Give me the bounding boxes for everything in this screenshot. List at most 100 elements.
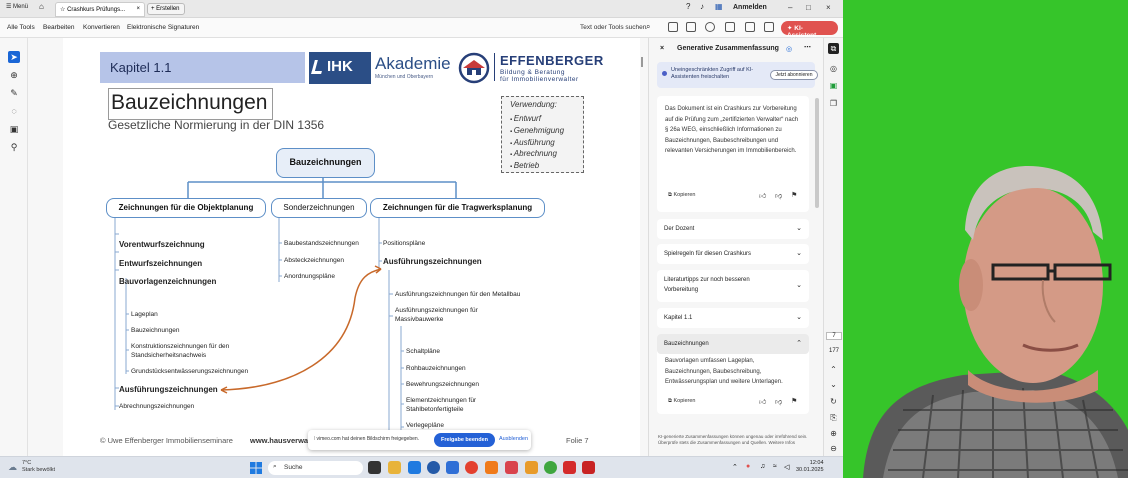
diagram-leaf: Konstruktionszeichnungen für den — [131, 343, 230, 350]
store-icon[interactable] — [446, 461, 459, 474]
section-bauzeichnungen-header[interactable]: Bauzeichnungen ⌃ — [657, 334, 809, 354]
screen-share-banner: ⦙ vimeo.com hat deinen Bildschirm freige… — [308, 430, 531, 450]
tool-search-field[interactable]: Text oder Tools suchen — [580, 24, 646, 31]
menu-all-tools[interactable]: Alle Tools — [7, 24, 35, 31]
text-select-icon[interactable]: ▣ — [8, 123, 20, 135]
print-icon[interactable] — [705, 22, 715, 32]
flag-icon[interactable]: ⚑ — [791, 191, 797, 199]
diagram-leaf: Ausführungszeichnungen — [119, 385, 218, 394]
tray-app-icon[interactable]: ● — [746, 463, 750, 470]
app-icon[interactable] — [485, 461, 498, 474]
chrome-icon[interactable] — [465, 461, 478, 474]
diagram-leaf: Entwurfszeichnungen — [119, 259, 203, 268]
taskbar-search-label: Suche — [284, 464, 303, 471]
section-label: Spielregeln für diesen Crashkurs — [664, 251, 752, 257]
stamp-tool-icon[interactable]: ⚲ — [8, 141, 20, 153]
refresh-icon[interactable]: ↻ — [828, 396, 839, 407]
thumbs-down-icon[interactable]: 👎︎ — [775, 191, 782, 200]
windows-start-icon[interactable] — [250, 462, 262, 474]
file-explorer-icon[interactable] — [388, 461, 401, 474]
edge-icon[interactable] — [427, 461, 440, 474]
close-tab-icon[interactable]: × — [136, 6, 140, 12]
export-icon[interactable]: ⎘ — [828, 412, 839, 423]
more-options-icon[interactable]: ⋯ — [804, 43, 811, 51]
menu-convert[interactable]: Konvertieren — [83, 24, 120, 31]
app-icon[interactable] — [505, 461, 518, 474]
search-doc-icon[interactable] — [725, 22, 735, 32]
section-dozent[interactable]: Der Dozent ⌄ — [657, 219, 809, 239]
home-icon[interactable]: ⌂ — [39, 2, 44, 11]
zoom-tool-icon[interactable]: ⊕ — [8, 69, 20, 81]
edit-pdf-icon[interactable]: ▣ — [828, 80, 839, 91]
summary-panel-icon[interactable]: ⧉ — [828, 43, 839, 54]
thumbs-up-icon[interactable]: 👍︎ — [759, 191, 766, 200]
diagram-branch-objektplanung: Zeichnungen für die Objektplanung — [106, 198, 266, 218]
section-literatur[interactable]: Literaturtipps zur noch besseren Vorbere… — [657, 270, 809, 302]
page-up-icon[interactable]: ⌃ — [828, 364, 839, 375]
section-kapitel[interactable]: Kapitel 1.1 ⌄ — [657, 308, 809, 328]
maximize-icon[interactable]: □ — [806, 3, 811, 12]
page-scroll-handle[interactable] — [641, 57, 643, 67]
menu-signatures[interactable]: Elektronische Signaturen — [127, 24, 199, 31]
select-tool-icon[interactable]: ➤ — [8, 51, 20, 63]
section-spielregeln[interactable]: Spielregeln für diesen Crashkurs ⌄ — [657, 244, 809, 264]
tray-chevron-icon[interactable]: ⌃ — [732, 463, 738, 471]
page-down-icon[interactable]: ⌄ — [828, 379, 839, 390]
panel-scrollbar[interactable] — [815, 98, 819, 208]
acrobat-icon[interactable] — [563, 461, 576, 474]
stop-sharing-button[interactable]: Freigabe beenden — [434, 433, 495, 447]
system-clock[interactable]: 12:04 30.01.2025 — [796, 460, 824, 474]
notification-icon[interactable]: ♪ — [700, 2, 704, 11]
mail-icon[interactable] — [764, 22, 774, 32]
thumbs-up-icon[interactable]: 👍︎ — [759, 397, 766, 406]
apps-icon[interactable]: ▦ — [715, 2, 723, 11]
search-icon[interactable]: ⌕ — [646, 22, 650, 32]
task-view-icon[interactable] — [368, 461, 381, 474]
sign-in-button[interactable]: Anmelden — [733, 4, 767, 11]
hide-banner-button[interactable]: Ausblenden — [499, 436, 528, 442]
pen-tool-icon[interactable]: ✎ — [8, 87, 20, 99]
copy-button[interactable]: ⧉ Kopieren — [668, 398, 696, 405]
panel-title: Generative Zusammenfassung — [677, 45, 779, 52]
page-count: 177 — [828, 348, 839, 354]
diagram-leaf: Bauzeichnungen — [131, 327, 180, 334]
pages-icon[interactable]: ❐ — [828, 98, 839, 109]
weather-temp: 7°C — [22, 460, 32, 466]
upload-icon[interactable] — [686, 22, 696, 32]
save-icon[interactable] — [668, 22, 678, 32]
menu-button[interactable]: ☰ Menü — [6, 3, 28, 10]
flag-icon[interactable]: ⚑ — [791, 397, 797, 405]
close-window-icon[interactable]: × — [826, 3, 831, 12]
lasso-tool-icon[interactable]: ◌ — [8, 105, 20, 117]
mail-app-icon[interactable] — [408, 461, 421, 474]
ki-button-label: KI-Assistent — [787, 25, 817, 39]
attach-icon[interactable] — [745, 22, 755, 32]
app-menubar: Alle Tools Bearbeiten Konvertieren Elekt… — [0, 18, 843, 39]
browser-titlebar: ☰ Menü ⌂ ☆ Crashkurs Prüfungs... × + Ers… — [0, 0, 843, 18]
minimize-icon[interactable]: – — [788, 3, 792, 12]
taskbar-search[interactable]: ⌕ Suche — [268, 461, 363, 475]
app-icon[interactable] — [525, 461, 538, 474]
thumbs-down-icon[interactable]: 👎︎ — [775, 397, 782, 406]
diagram-leaf: Abrechnungszeichnungen — [119, 403, 195, 410]
subscribe-button[interactable]: Jetzt abonnieren — [770, 70, 818, 80]
copy-button[interactable]: ⧉ Kopieren — [668, 192, 696, 199]
tab-document[interactable]: ☆ Crashkurs Prüfungs... × — [55, 2, 145, 17]
acrobat-reader-icon[interactable] — [582, 461, 595, 474]
zoom-out-icon[interactable]: ⊖ — [828, 443, 839, 454]
volume-icon[interactable]: ◁ — [784, 463, 789, 471]
weather-widget[interactable]: 7°C Stark bewölkt — [22, 460, 55, 474]
close-panel-icon[interactable]: × — [660, 45, 664, 52]
new-tab-button[interactable]: + Erstellen — [147, 3, 185, 15]
comments-icon[interactable]: ◎ — [828, 63, 839, 74]
diagram-leaf: Standsicherheitsnachweis — [131, 352, 207, 359]
microphone-icon[interactable]: ♫ — [760, 463, 765, 470]
chrome-icon[interactable] — [544, 461, 557, 474]
wifi-icon[interactable]: ≈ — [773, 463, 777, 470]
ki-assistant-button[interactable]: ✦ KI-Assistent — [781, 21, 838, 39]
menu-edit[interactable]: Bearbeiten — [43, 24, 74, 31]
page-number-input[interactable]: 7 — [826, 332, 842, 340]
zoom-in-icon[interactable]: ⊕ — [828, 428, 839, 439]
help-icon[interactable]: ? — [686, 2, 690, 11]
chevron-down-icon: ⌄ — [796, 314, 802, 321]
